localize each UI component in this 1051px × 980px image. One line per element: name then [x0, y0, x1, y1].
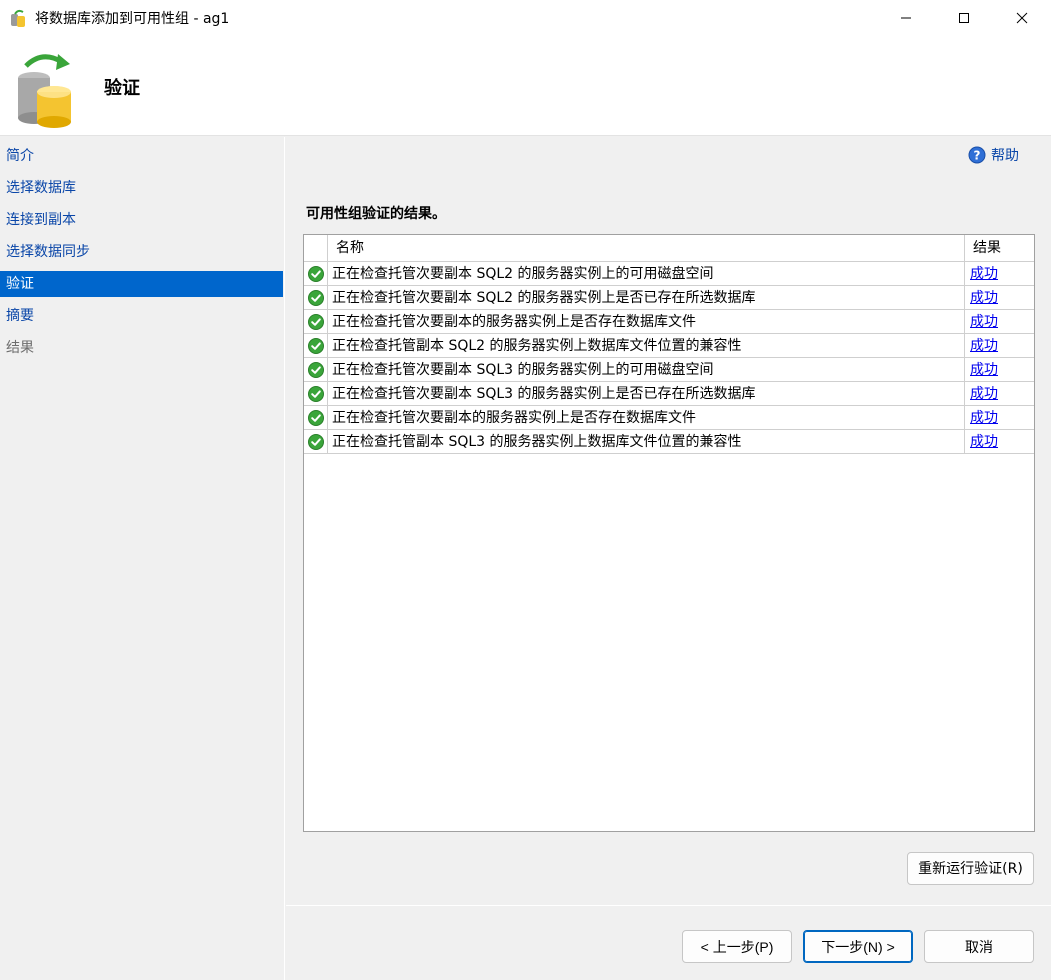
- window-title: 将数据库添加到可用性组 - ag1: [35, 11, 230, 27]
- success-check-icon: [307, 410, 324, 426]
- wizard-steps-sidebar: 简介 选择数据库 连接到副本 选择数据同步 验证 摘要 结果: [0, 137, 285, 980]
- result-cell: 成功: [965, 382, 1034, 406]
- result-cell: 成功: [965, 334, 1034, 358]
- table-row[interactable]: 正在检查托管次要副本 SQL2 的服务器实例上的可用磁盘空间 成功: [304, 262, 1034, 286]
- success-check-icon: [307, 290, 324, 306]
- minimize-button[interactable]: [877, 0, 935, 36]
- table-row[interactable]: 正在检查托管次要副本的服务器实例上是否存在数据库文件 成功: [304, 310, 1034, 334]
- check-name-cell: 正在检查托管次要副本的服务器实例上是否存在数据库文件: [328, 310, 965, 334]
- sidebar-item-summary[interactable]: 摘要: [0, 303, 283, 329]
- check-name-cell: 正在检查托管次要副本 SQL3 的服务器实例上是否已存在所选数据库: [328, 382, 965, 406]
- maximize-icon: [959, 13, 969, 23]
- result-link[interactable]: 成功: [970, 290, 998, 306]
- result-link[interactable]: 成功: [970, 410, 998, 426]
- status-cell: [304, 430, 328, 454]
- result-cell: 成功: [965, 358, 1034, 382]
- database-sync-icon: [18, 54, 71, 128]
- check-name-cell: 正在检查托管次要副本 SQL2 的服务器实例上是否已存在所选数据库: [328, 286, 965, 310]
- result-link[interactable]: 成功: [970, 266, 998, 282]
- result-cell: 成功: [965, 430, 1034, 454]
- help-link[interactable]: ? 帮助: [968, 145, 1019, 165]
- status-cell: [304, 310, 328, 334]
- sidebar-item-intro[interactable]: 简介: [0, 143, 283, 169]
- sidebar-item-select-databases[interactable]: 选择数据库: [0, 175, 283, 201]
- success-check-icon: [307, 386, 324, 402]
- table-row[interactable]: 正在检查托管副本 SQL2 的服务器实例上数据库文件位置的兼容性 成功: [304, 334, 1034, 358]
- result-cell: 成功: [965, 286, 1034, 310]
- grid-rows: 正在检查托管次要副本 SQL2 的服务器实例上的可用磁盘空间 成功 正在检查托管次要…: [304, 262, 1034, 454]
- status-cell: [304, 286, 328, 310]
- result-cell: 成功: [965, 310, 1034, 334]
- column-header-result[interactable]: 结果: [965, 235, 1034, 262]
- next-button[interactable]: 下一步(N) >: [803, 930, 913, 963]
- close-button[interactable]: [993, 0, 1051, 36]
- sidebar-item-data-sync[interactable]: 选择数据同步: [0, 239, 283, 265]
- rerun-validation-button[interactable]: 重新运行验证(R): [907, 852, 1034, 885]
- table-row[interactable]: 正在检查托管副本 SQL3 的服务器实例上数据库文件位置的兼容性 成功: [304, 430, 1034, 454]
- previous-button[interactable]: < 上一步(P): [682, 930, 792, 963]
- cancel-button[interactable]: 取消: [924, 930, 1034, 963]
- help-label: 帮助: [991, 148, 1019, 164]
- table-row[interactable]: 正在检查托管次要副本的服务器实例上是否存在数据库文件 成功: [304, 406, 1034, 430]
- status-cell: [304, 334, 328, 358]
- status-cell: [304, 358, 328, 382]
- column-header-status: [304, 235, 328, 262]
- result-link[interactable]: 成功: [970, 314, 998, 330]
- success-check-icon: [307, 266, 324, 282]
- check-name-cell: 正在检查托管次要副本 SQL3 的服务器实例上的可用磁盘空间: [328, 358, 965, 382]
- result-link[interactable]: 成功: [970, 362, 998, 378]
- window-controls: [877, 0, 1051, 36]
- section-title: 可用性组验证的结果。: [306, 206, 446, 222]
- success-check-icon: [307, 338, 324, 354]
- table-row[interactable]: 正在检查托管次要副本 SQL3 的服务器实例上是否已存在所选数据库 成功: [304, 382, 1034, 406]
- check-name-cell: 正在检查托管副本 SQL3 的服务器实例上数据库文件位置的兼容性: [328, 430, 965, 454]
- page-header: 验证: [0, 36, 1051, 136]
- validation-results-grid: 名称 结果 正在检查托管次要副本 SQL2 的服务器实例上的可用磁盘空间 成功 正在…: [303, 234, 1035, 832]
- minimize-icon: [901, 17, 911, 19]
- column-header-name[interactable]: 名称: [328, 235, 965, 262]
- success-check-icon: [307, 314, 324, 330]
- success-check-icon: [307, 434, 324, 450]
- check-name-cell: 正在检查托管次要副本 SQL2 的服务器实例上的可用磁盘空间: [328, 262, 965, 286]
- sidebar-item-connect-replicas[interactable]: 连接到副本: [0, 207, 283, 233]
- result-cell: 成功: [965, 406, 1034, 430]
- result-link[interactable]: 成功: [970, 338, 998, 354]
- sidebar-item-results: 结果: [6, 340, 34, 356]
- check-name-cell: 正在检查托管次要副本的服务器实例上是否存在数据库文件: [328, 406, 965, 430]
- database-wizard-icon: [11, 9, 25, 27]
- close-icon: [1016, 12, 1028, 24]
- maximize-button[interactable]: [935, 0, 993, 36]
- grid-header: 名称 结果: [304, 235, 1034, 262]
- status-cell: [304, 262, 328, 286]
- svg-text:?: ?: [974, 149, 981, 163]
- page-title: 验证: [104, 78, 140, 99]
- title-bar: 将数据库添加到可用性组 - ag1: [0, 0, 1051, 36]
- help-icon: ?: [968, 146, 986, 164]
- result-link[interactable]: 成功: [970, 434, 998, 450]
- table-row[interactable]: 正在检查托管次要副本 SQL3 的服务器实例上的可用磁盘空间 成功: [304, 358, 1034, 382]
- status-cell: [304, 406, 328, 430]
- success-check-icon: [307, 362, 324, 378]
- wizard-footer: < 上一步(P) 下一步(N) > 取消: [286, 905, 1051, 980]
- result-cell: 成功: [965, 262, 1034, 286]
- main-panel: ? 帮助 可用性组验证的结果。 名称 结果 正在检查托管次要副本 SQL2 的服…: [286, 137, 1051, 905]
- result-link[interactable]: 成功: [970, 386, 998, 402]
- status-cell: [304, 382, 328, 406]
- check-name-cell: 正在检查托管副本 SQL2 的服务器实例上数据库文件位置的兼容性: [328, 334, 965, 358]
- table-row[interactable]: 正在检查托管次要副本 SQL2 的服务器实例上是否已存在所选数据库 成功: [304, 286, 1034, 310]
- sidebar-item-validation[interactable]: 验证: [0, 271, 283, 297]
